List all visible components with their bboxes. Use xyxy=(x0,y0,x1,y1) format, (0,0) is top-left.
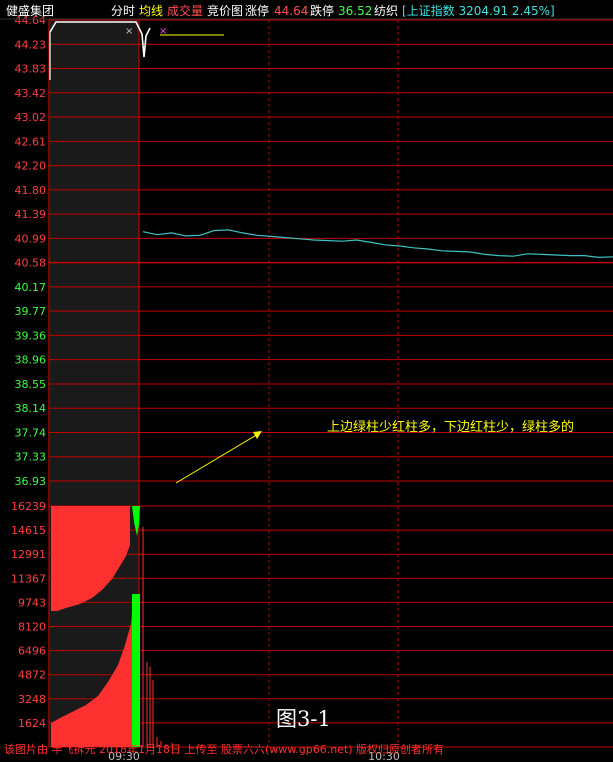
annotation-arrow xyxy=(175,433,259,484)
limit-down-value: 36.52 xyxy=(338,4,373,18)
intraday-chart: 44.6444.2343.8343.4243.0242.6142.2041.80… xyxy=(0,14,613,762)
volume-tick-label: 4872 xyxy=(18,669,46,682)
tab-jingjiatu[interactable]: 竞价图 xyxy=(207,3,243,19)
price-series-line xyxy=(142,229,613,259)
limit-down-label: 跌停 xyxy=(310,4,335,18)
price-tick-label: 40.58 xyxy=(15,257,47,270)
price-tick-label: 40.17 xyxy=(15,281,47,294)
price-tick-label: 37.74 xyxy=(15,426,47,439)
volume-tick-label: 8120 xyxy=(18,621,46,634)
auction-volume-green-bar xyxy=(132,594,140,747)
tab-fenshi[interactable]: 分时 xyxy=(111,3,135,19)
price-tick-label: 39.77 xyxy=(15,305,47,318)
price-tick-label: 43.42 xyxy=(15,87,47,100)
tab-chengjiaoliang[interactable]: 成交量 xyxy=(167,3,203,19)
price-tick-label: 39.36 xyxy=(15,329,47,342)
figure-label: 图3-1 xyxy=(276,707,331,731)
sector-label: 纺织 xyxy=(374,4,399,18)
volume-tick-label: 11367 xyxy=(11,572,46,585)
price-tick-label: 43.02 xyxy=(15,111,47,124)
volume-tick-label: 12991 xyxy=(11,548,46,561)
index-quote[interactable]: [上证指数 3204.91 2.45%] xyxy=(402,3,555,19)
price-tick-label: 38.55 xyxy=(15,378,47,391)
volume-tick-label: 14615 xyxy=(11,524,46,537)
chart-annotation: 上边绿柱少红柱多，下边红柱少，绿柱多的 xyxy=(327,420,575,435)
volume-tick-label: 6496 xyxy=(18,645,46,658)
auction-marker: × xyxy=(125,26,133,37)
volume-tick-label: 9743 xyxy=(18,596,46,609)
auction-marker: × xyxy=(159,26,167,37)
price-tick-label: 43.83 xyxy=(15,63,47,76)
volume-tick-label: 16239 xyxy=(11,500,46,513)
stock-name: 健盛集团 xyxy=(6,4,55,18)
price-tick-label: 40.99 xyxy=(15,232,47,245)
price-tick-label: 38.14 xyxy=(15,402,47,415)
price-tick-label: 38.96 xyxy=(15,354,47,367)
limit-up-value: 44.64 xyxy=(274,4,309,18)
price-tick-label: 36.93 xyxy=(15,475,47,488)
annotation-arrowhead xyxy=(253,431,262,439)
price-tick-label: 44.23 xyxy=(15,38,47,51)
volume-tick-label: 1624 xyxy=(18,717,46,730)
price-tick-label: 42.20 xyxy=(15,160,47,173)
price-tick-label: 41.39 xyxy=(15,208,47,221)
price-tick-label: 41.80 xyxy=(15,184,47,197)
price-tick-label: 37.33 xyxy=(15,451,47,464)
limit-up-label: 涨停 xyxy=(245,4,270,18)
price-tick-label: 42.61 xyxy=(15,135,47,148)
watermark-footer: 该图片由 半飞拆元 2018年1月18日 上传至 股票六六(www.gp66.n… xyxy=(4,743,445,756)
volume-tick-label: 3248 xyxy=(18,693,46,706)
tab-junxian[interactable]: 均线 xyxy=(139,3,163,19)
